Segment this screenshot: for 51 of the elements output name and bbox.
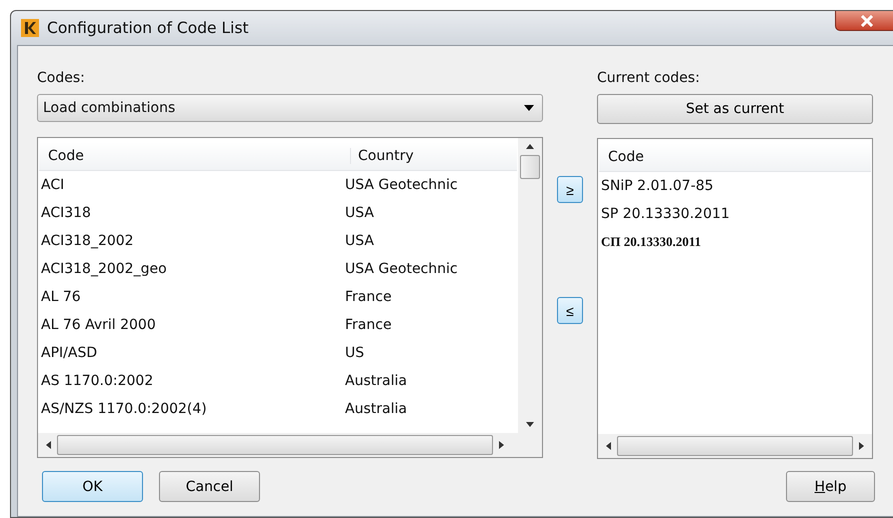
help-button[interactable]: Help [786,471,875,502]
code-cell[interactable]: ACI318_2002 [38,233,341,249]
column-header[interactable]: Code [39,148,350,164]
country-cell[interactable]: France [341,317,392,333]
dropdown-arrow-icon [524,105,534,111]
vertical-scrollbar[interactable] [518,138,542,433]
country-cell[interactable]: Australia [341,373,407,389]
scroll-left-icon[interactable] [606,442,611,450]
codes-dropdown[interactable]: Load combinations [37,94,543,122]
country-cell[interactable]: France [341,289,392,305]
move-button[interactable]: ≥ [557,176,583,203]
code-cell[interactable]: ACI318 [38,205,341,221]
scroll-down-icon[interactable] [526,422,534,427]
code-cell[interactable]: AS/NZS 1170.0:2002(4) [38,401,341,417]
column-header[interactable]: Country [350,148,414,164]
window-title: Configuration of Code List [47,19,250,37]
scroll-thumb[interactable] [57,435,493,455]
dialog-button[interactable]: Cancel [159,471,260,502]
code-cell[interactable]: ACI318_2002_geo [38,261,341,277]
column-header[interactable]: Code [599,149,644,165]
code-cell[interactable]: API/ASD [38,345,341,361]
horizontal-scrollbar[interactable] [38,433,542,457]
scroll-up-icon[interactable] [526,144,534,149]
app-logo-icon [21,19,39,37]
code-cell[interactable]: AS 1170.0:2002 [38,373,341,389]
scroll-right-icon[interactable] [499,441,504,449]
dialog-button[interactable]: OK [42,471,143,502]
scroll-right-icon[interactable] [859,442,864,450]
dropdown-value: Load combinations [43,100,176,116]
code-cell[interactable]: СП 20.13330.2011 [598,234,702,250]
code-cell[interactable]: AL 76 Avril 2000 [38,317,341,333]
current-codes-label: Current codes: [597,70,701,88]
close-button[interactable] [835,11,893,31]
scroll-thumb[interactable] [520,155,540,179]
move-button[interactable]: ≤ [557,297,583,324]
code-cell[interactable]: SNiP 2.01.07-85 [598,178,714,194]
code-cell[interactable]: ACI [38,177,341,193]
close-icon [860,14,874,26]
country-cell[interactable]: USA [341,205,374,221]
country-cell[interactable]: USA Geotechnic [341,177,458,193]
scroll-left-icon[interactable] [46,441,51,449]
code-cell[interactable]: SP 20.13330.2011 [598,206,730,222]
set-as-current-button[interactable]: Set as current [597,94,873,124]
country-cell[interactable]: USA [341,233,374,249]
code-cell[interactable]: AL 76 [38,289,341,305]
horizontal-scrollbar[interactable] [598,434,872,458]
scroll-thumb[interactable] [617,436,853,456]
country-cell[interactable]: US [341,345,364,361]
codes-label: Codes: [37,70,86,88]
country-cell[interactable]: USA Geotechnic [341,261,458,277]
country-cell[interactable]: Australia [341,401,407,417]
